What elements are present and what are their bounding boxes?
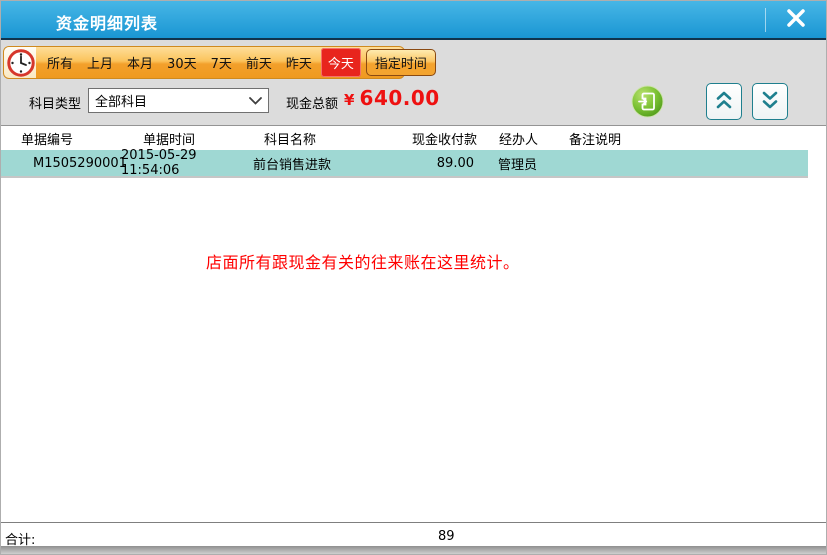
scroll-to-top-button[interactable] [706,83,742,120]
header-amount: 现金收付款 [411,129,496,148]
date-filter-bar: 所有 上月 本月 30天 7天 前天 昨天 今天 指定时间 [3,46,405,79]
export-icon [631,103,664,122]
cash-total-amount: ¥ 640.00 [344,86,440,110]
header-doc-no: 单据编号 [1,129,121,148]
filter-last-month[interactable]: 上月 [80,49,120,76]
status-bar: 合计: 89 [1,523,826,548]
fund-detail-window: 资金明细列表 [0,0,827,555]
total-value: 89 [438,529,455,544]
filter-yesterday[interactable]: 昨天 [279,49,319,76]
filter-30-days[interactable]: 30天 [160,49,204,76]
hint-text: 店面所有跟现金有关的往来账在这里统计。 [206,249,520,273]
export-button[interactable] [631,85,664,118]
filter-today[interactable]: 今天 [321,48,361,77]
titlebar-divider [765,8,766,32]
cell-doc-time: 2015-05-29 11:54:06 [121,148,251,178]
filter-custom-range[interactable]: 指定时间 [366,49,436,76]
double-chevron-up-icon [714,89,734,115]
subject-type-value: 全部科目 [95,91,246,110]
close-icon [785,7,807,33]
top-panel: 所有 上月 本月 30天 7天 前天 昨天 今天 指定时间 科目类型 全部科目 … [1,40,826,125]
cell-subject: 前台销售进款 [251,154,411,173]
cash-total-value: 640.00 [360,86,440,110]
filter-this-month[interactable]: 本月 [120,49,160,76]
window-bottom-edge [1,546,826,554]
scroll-to-bottom-button[interactable] [752,83,788,120]
clock-icon [7,49,35,77]
cell-amount: 89.00 [411,156,496,171]
subject-type-label: 科目类型 [29,93,81,112]
close-button[interactable] [779,6,813,34]
cell-operator: 管理员 [496,154,569,173]
table-header-row: 单据编号 单据时间 科目名称 现金收付款 经办人 备注说明 [1,125,826,150]
subject-type-select[interactable]: 全部科目 [88,88,269,113]
window-title: 资金明细列表 [56,10,158,34]
cash-total-label: 现金总额 [286,93,338,112]
cell-doc-no: M1505290001 [1,156,121,171]
header-subject-name: 科目名称 [251,129,411,148]
filter-7-days[interactable]: 7天 [204,49,239,76]
table-row[interactable]: M1505290001 2015-05-29 11:54:06 前台销售进款 8… [1,150,808,178]
header-doc-time: 单据时间 [121,129,251,148]
chevron-down-icon [246,97,264,105]
title-bar: 资金明细列表 [1,1,826,40]
filter-all[interactable]: 所有 [40,49,80,76]
currency-symbol: ¥ [344,91,354,109]
double-chevron-down-icon [760,89,780,115]
filter-day-before-yesterday[interactable]: 前天 [239,49,279,76]
header-operator: 经办人 [496,129,569,148]
header-remark: 备注说明 [569,129,826,148]
